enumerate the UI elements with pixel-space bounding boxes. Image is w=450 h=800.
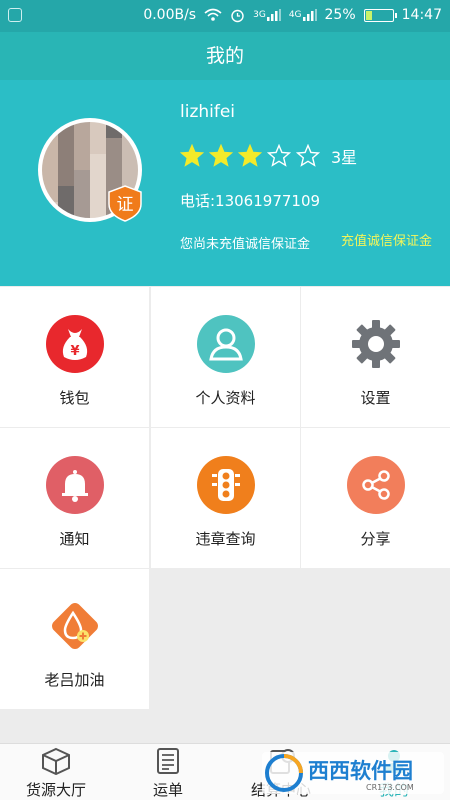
money-bag-icon: ¥ xyxy=(45,315,104,373)
badge-text: 证 xyxy=(117,195,134,215)
star-rating: 3星 xyxy=(180,144,357,168)
cube-icon xyxy=(42,747,70,776)
menu-wallet-label: 钱包 xyxy=(59,389,90,407)
rating-label: 3星 xyxy=(331,148,358,167)
menu-notify[interactable]: 通知 xyxy=(0,428,149,568)
signal-4g-icon: 4G xyxy=(289,9,317,21)
deposit-notice: 您尚未充值诚信保证金 xyxy=(180,237,311,252)
document-icon xyxy=(157,748,179,774)
menu-violation[interactable]: 违章查询 xyxy=(151,428,300,568)
recharge-deposit-link[interactable]: 充值诚信保证金 xyxy=(341,233,441,250)
menu-fuel[interactable]: 老吕加油 xyxy=(0,569,149,709)
nav-cargo-label: 货源大厅 xyxy=(25,781,86,799)
watermark-logo: 西西软件园 CR173.COM xyxy=(262,752,444,794)
wifi-icon xyxy=(204,8,222,21)
username: lizhifei xyxy=(180,102,236,122)
nav-cargo[interactable]: 货源大厅 xyxy=(0,744,112,800)
alarm-icon xyxy=(231,9,244,22)
app-notification-icon xyxy=(8,8,22,22)
signal-3g-icon: 3G xyxy=(253,9,281,21)
clock: 14:47 xyxy=(401,7,442,23)
menu-profile-label: 个人资料 xyxy=(195,389,256,407)
verified-badge-icon: 证 xyxy=(108,185,142,222)
star-empty-icon xyxy=(267,144,291,167)
watermark-sub: CR173.COM xyxy=(366,783,414,792)
menu-fuel-label: 老吕加油 xyxy=(44,671,105,689)
share-icon xyxy=(346,456,405,514)
watermark-text: 西西软件园 xyxy=(308,759,413,783)
traffic-light-icon xyxy=(196,456,255,514)
bell-icon xyxy=(45,456,104,514)
menu-profile[interactable]: 个人资料 xyxy=(151,287,300,427)
menu-wallet[interactable]: ¥ 钱包 xyxy=(0,287,149,427)
menu-settings[interactable]: 设置 xyxy=(301,287,450,427)
network-speed: 0.00B/s xyxy=(143,7,197,23)
page-title: 我的 xyxy=(0,32,450,80)
menu-share[interactable]: 分享 xyxy=(301,428,450,568)
profile-header: 证 lizhifei 3星 电话:13061977109 您尚未充值诚信保证金 … xyxy=(0,80,450,286)
menu-settings-label: 设置 xyxy=(360,389,391,407)
svg-text:¥: ¥ xyxy=(70,344,79,359)
menu-violation-label: 违章查询 xyxy=(195,530,256,548)
battery-icon xyxy=(363,8,397,22)
phone-number: 电话:13061977109 xyxy=(180,192,321,210)
status-bar: 0.00B/s 3G 4G 25% 14:47 xyxy=(0,0,450,32)
nav-waybill[interactable]: 运单 xyxy=(112,744,224,800)
star-filled-icon xyxy=(209,144,233,167)
menu-notify-label: 通知 xyxy=(59,530,90,548)
gear-icon xyxy=(351,320,400,368)
nav-waybill-label: 运单 xyxy=(152,781,183,799)
person-icon xyxy=(196,315,255,373)
star-filled-icon xyxy=(238,144,262,167)
star-empty-icon xyxy=(296,144,320,167)
star-filled-icon xyxy=(180,144,204,167)
menu-share-label: 分享 xyxy=(360,530,391,548)
battery-percent: 25% xyxy=(324,7,356,23)
fuel-drop-icon xyxy=(51,603,98,649)
